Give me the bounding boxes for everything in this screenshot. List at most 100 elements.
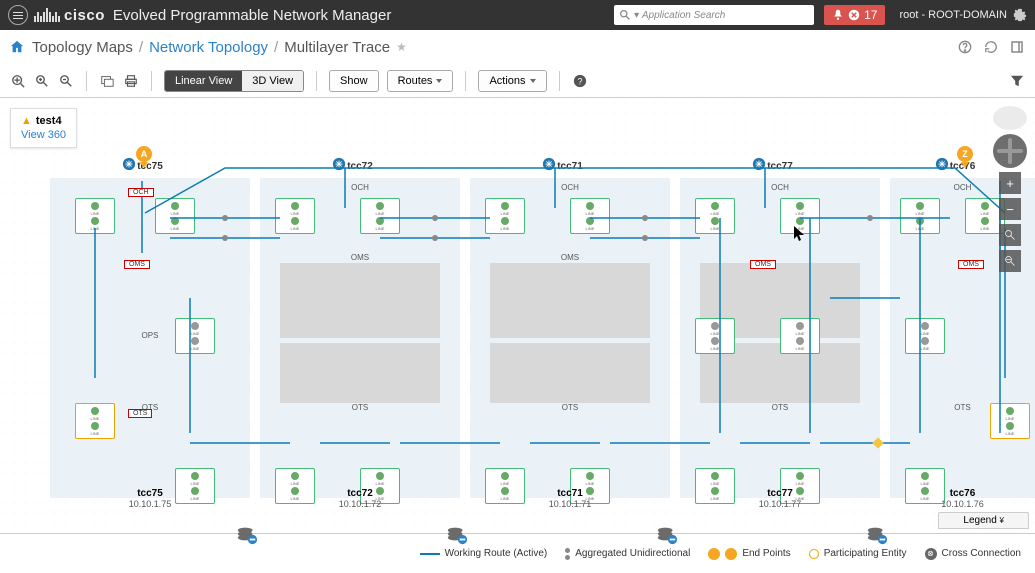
node-ip: 10.10.1.71 bbox=[470, 499, 670, 509]
port[interactable]: LINELINE bbox=[990, 403, 1030, 439]
och-label: OCH bbox=[561, 183, 579, 192]
filter-icon[interactable] bbox=[1009, 73, 1025, 89]
topology-canvas[interactable]: ▲test4 View 360 tcc75 OPS OTS LINELINE LI… bbox=[0, 98, 1035, 573]
cisco-logo-icon bbox=[34, 8, 60, 22]
zoom-out-btn[interactable]: − bbox=[999, 198, 1021, 220]
oms-highlight: OMS bbox=[124, 260, 150, 269]
map-nav-controls: + − bbox=[993, 106, 1027, 272]
node-ip: 10.10.1.75 bbox=[50, 499, 250, 509]
actions-button[interactable]: Actions bbox=[478, 70, 546, 92]
3d-view-button[interactable]: 3D View bbox=[242, 71, 303, 91]
refresh-icon[interactable] bbox=[983, 39, 999, 55]
search-input[interactable]: ▾ Application Search bbox=[614, 5, 814, 25]
legend-tab[interactable]: Legend ¥ bbox=[938, 512, 1029, 529]
legend-working: Working Route (Active) bbox=[420, 548, 548, 559]
show-button[interactable]: Show bbox=[329, 70, 379, 92]
toolbar: Linear View 3D View Show Routes Actions … bbox=[0, 64, 1035, 98]
och-label: OCH bbox=[954, 183, 972, 192]
oms-label: OMS bbox=[561, 253, 579, 262]
linear-view-button[interactable]: Linear View bbox=[165, 71, 242, 91]
node-footer: tcc7210.10.1.72 bbox=[260, 488, 460, 509]
zoom-in-btn[interactable]: + bbox=[999, 172, 1021, 194]
pan-wheel[interactable] bbox=[993, 134, 1027, 168]
port[interactable]: LINELINE bbox=[155, 198, 195, 234]
layer-stack-icon bbox=[866, 523, 888, 545]
node-name-top[interactable]: tcc71 bbox=[470, 161, 670, 172]
node-name[interactable]: tcc76 bbox=[890, 488, 1035, 499]
info-icon[interactable]: ? bbox=[572, 73, 588, 89]
print-icon[interactable] bbox=[123, 73, 139, 89]
port[interactable]: LINELINE bbox=[75, 403, 115, 439]
home-icon[interactable] bbox=[10, 40, 24, 54]
chevron-down-icon bbox=[530, 79, 536, 83]
port[interactable]: LINELINE bbox=[175, 318, 215, 354]
export-icon[interactable] bbox=[99, 73, 115, 89]
layer-stack-icon bbox=[656, 523, 678, 545]
legend-endpoints: End Points bbox=[708, 548, 790, 560]
bell-icon bbox=[832, 9, 844, 21]
node-name[interactable]: tcc71 bbox=[470, 488, 670, 499]
ots-label: OTS bbox=[352, 403, 368, 412]
zoom-fit-icon[interactable] bbox=[10, 73, 26, 89]
routes-button[interactable]: Routes bbox=[387, 70, 454, 92]
node-name[interactable]: tcc75 bbox=[50, 488, 250, 499]
port[interactable]: LINELINE bbox=[780, 318, 820, 354]
product-title: Evolved Programmable Network Manager bbox=[113, 7, 391, 24]
layer-stack-icon bbox=[446, 523, 468, 545]
zoom-fit-btn[interactable] bbox=[999, 224, 1021, 246]
breadcrumb-link[interactable]: Network Topology bbox=[149, 39, 268, 56]
port[interactable]: LINELINE bbox=[695, 198, 735, 234]
menu-button[interactable] bbox=[8, 5, 28, 25]
node-ip: 10.10.1.72 bbox=[260, 499, 460, 509]
dock-icon[interactable] bbox=[1009, 39, 1025, 55]
port[interactable]: LINELINE bbox=[75, 198, 115, 234]
overview-icon[interactable] bbox=[993, 106, 1027, 130]
layer-stack-icon bbox=[236, 523, 258, 545]
view-mode-toggle[interactable]: Linear View 3D View bbox=[164, 70, 304, 92]
och-highlight: OCH bbox=[128, 188, 154, 197]
ots-label: OTS bbox=[772, 403, 788, 412]
node-name[interactable]: tcc77 bbox=[680, 488, 880, 499]
help-icon[interactable] bbox=[957, 39, 973, 55]
ops-label: OPS bbox=[142, 331, 159, 340]
port[interactable]: LINELINE bbox=[695, 318, 735, 354]
search-placeholder: Application Search bbox=[642, 10, 725, 21]
node-column-tcc72: tcc72 OCH OMS OTS LINELINELINELINELINELI… bbox=[260, 143, 460, 513]
port[interactable]: LINELINE bbox=[485, 198, 525, 234]
port[interactable]: LINELINE bbox=[570, 198, 610, 234]
port[interactable]: LINELINE bbox=[360, 198, 400, 234]
oms-label: OMS bbox=[351, 253, 369, 262]
ots-label: OTS bbox=[562, 403, 578, 412]
chevron-down-icon bbox=[436, 79, 442, 83]
node-name-top[interactable]: tcc77 bbox=[680, 161, 880, 172]
alert-count: 17 bbox=[864, 8, 877, 22]
user-label: root - ROOT-DOMAIN bbox=[899, 9, 1007, 21]
svg-text:?: ? bbox=[577, 76, 582, 86]
node-ip: 10.10.1.76 bbox=[890, 499, 1035, 509]
port[interactable]: LINELINE bbox=[905, 318, 945, 354]
node-ip: 10.10.1.77 bbox=[680, 499, 880, 509]
alerts-badge[interactable]: 17 bbox=[824, 5, 885, 25]
node-footer: tcc7110.10.1.71 bbox=[470, 488, 670, 509]
port[interactable]: LINELINE bbox=[275, 198, 315, 234]
view-360-link[interactable]: View 360 bbox=[21, 129, 66, 141]
breadcrumb-item[interactable]: Topology Maps bbox=[32, 39, 133, 56]
user-menu[interactable]: root - ROOT-DOMAIN bbox=[899, 9, 1007, 21]
port[interactable]: LINELINE bbox=[900, 198, 940, 234]
node-name[interactable]: tcc72 bbox=[260, 488, 460, 499]
endpoint-z-pin[interactable]: Z bbox=[957, 146, 973, 166]
port[interactable]: LINELINE bbox=[780, 198, 820, 234]
favorite-icon[interactable]: ★ bbox=[396, 40, 407, 54]
zoom-in-icon[interactable] bbox=[34, 73, 50, 89]
breadcrumb-current: Multilayer Trace bbox=[284, 39, 390, 56]
circuit-info-box: ▲test4 View 360 bbox=[10, 108, 77, 148]
node-name-top[interactable]: tcc72 bbox=[260, 161, 460, 172]
legend-aggregated: Aggregated Unidirectional bbox=[565, 548, 690, 560]
endpoint-a-pin[interactable]: A bbox=[136, 146, 152, 166]
settings-icon[interactable] bbox=[1013, 8, 1027, 22]
node-column-tcc75: tcc75 OPS OTS LINELINELINELINELINELINELI… bbox=[50, 143, 250, 513]
zoom-out-icon[interactable] bbox=[58, 73, 74, 89]
ots-label: OTS bbox=[954, 403, 970, 412]
zoom-reset-btn[interactable] bbox=[999, 250, 1021, 272]
node-column-tcc71: tcc71 OCH OMS OTS LINELINELINELINELINELI… bbox=[470, 143, 670, 513]
